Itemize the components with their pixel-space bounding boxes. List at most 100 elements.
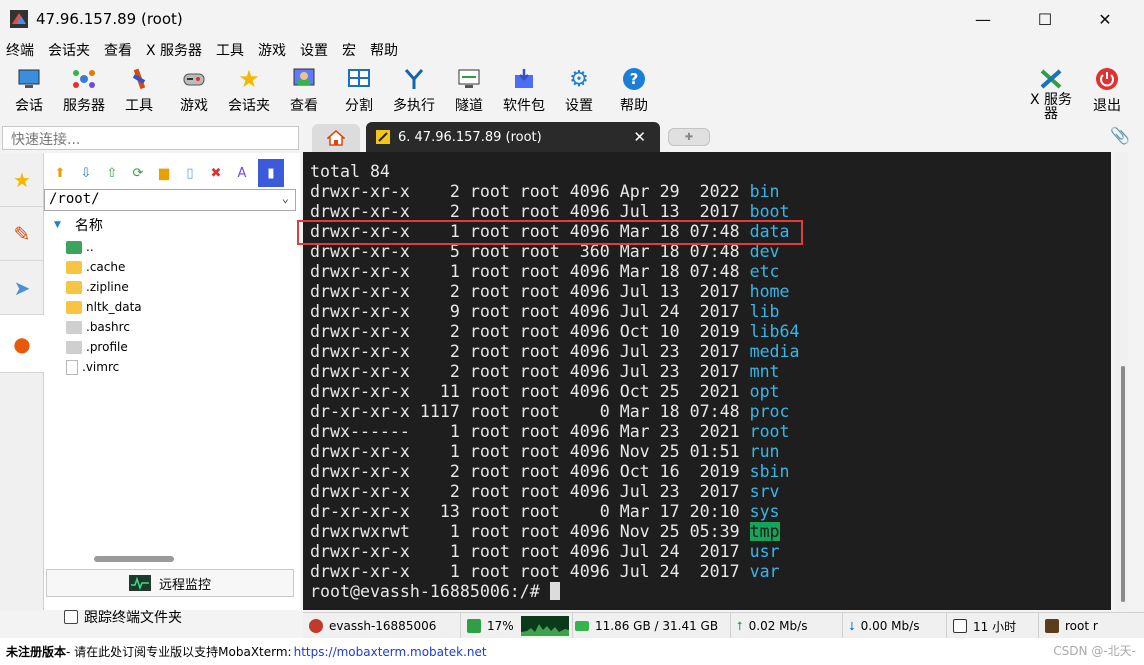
status-upload: ⭡ 0.02 Mb/s [731, 613, 843, 639]
sidebar-tab-macros[interactable]: ➤ [0, 261, 44, 315]
list-item[interactable]: .profile [66, 337, 128, 357]
menu-settings[interactable]: 设置 [300, 40, 328, 60]
tunnel-icon [456, 66, 482, 92]
terminal-line: drwxr-xr-x 2 root root 4096 Jul 23 2017 … [310, 482, 800, 502]
menu-help[interactable]: 帮助 [370, 40, 398, 60]
follow-folder-checkbox[interactable] [64, 610, 78, 624]
terminal-follow-icon[interactable]: ▮ [258, 159, 284, 187]
home-icon [327, 130, 345, 146]
help-button[interactable]: ? 帮助 [606, 66, 662, 115]
terminal-line-meta: drwxr-xr-x 1 root root 4096 Jul 24 2017 [310, 562, 750, 581]
follow-terminal-folder[interactable]: 跟踪终端文件夹 [64, 607, 182, 627]
terminal-line-meta: drwxr-xr-x 1 root root 4096 Nov 25 01:51 [310, 442, 750, 461]
terminal-dir-name: media [749, 342, 800, 361]
multiexec-button[interactable]: 多执行 [386, 66, 442, 115]
clock-icon [953, 619, 967, 633]
terminal-line-meta: drwxr-xr-x 9 root root 4096 Jul 24 2017 [310, 302, 750, 321]
menu-tools[interactable]: 工具 [216, 40, 244, 60]
terminal-line-meta: drwxr-xr-x 2 root root 4096 Apr 29 2022 [310, 182, 750, 201]
home-tab[interactable] [312, 124, 360, 152]
globe-icon: ● [13, 331, 31, 356]
list-item[interactable]: nltk_data [66, 297, 142, 317]
menu-games[interactable]: 游戏 [258, 40, 286, 60]
maximize-button[interactable]: ☐ [1022, 6, 1068, 32]
rename-icon[interactable]: A [232, 163, 252, 183]
exit-button[interactable]: 退出 [1079, 66, 1135, 115]
terminal-line-meta: drwxr-xr-x 2 root root 4096 Oct 10 2019 [310, 322, 750, 341]
terminal-line: drwxr-xr-x 11 root root 4096 Oct 25 2021… [310, 382, 800, 402]
delete-icon[interactable]: ✖ [206, 163, 226, 183]
menu-macros[interactable]: 宏 [342, 40, 356, 60]
terminal-line: drwxr-xr-x 1 root root 4096 Nov 25 01:51… [310, 442, 800, 462]
terminal-cursor [549, 582, 560, 600]
sidebar-tab-tools[interactable]: ✎ [0, 207, 44, 261]
list-item[interactable]: .zipline [66, 277, 129, 297]
sftp-path-input[interactable]: /root/ ⌄ [44, 189, 296, 211]
folder-icon [66, 280, 82, 294]
terminal-dir-name: lib [749, 302, 780, 321]
new-folder-icon[interactable]: ▆ [154, 163, 174, 183]
packages-button[interactable]: 软件包 [496, 66, 552, 115]
sessions-favorites-button[interactable]: ★ 会话夹 [221, 65, 277, 115]
session-tab-active[interactable]: 6. 47.96.157.89 (root) ✕ [366, 122, 660, 152]
tools-button[interactable]: 工具 [111, 66, 167, 115]
memory-icon [575, 621, 589, 631]
servers-button[interactable]: 服务器 [56, 66, 112, 115]
menu-bar: 终端 会话夹 查看 X 服务器 工具 游戏 设置 宏 帮助 [0, 38, 1144, 62]
upload-arrow-icon: ⭡ [737, 618, 743, 633]
menu-sessions[interactable]: 会话夹 [48, 40, 90, 60]
close-button[interactable]: ✕ [1082, 6, 1128, 32]
terminal-line: drwxr-xr-x 9 root root 4096 Jul 24 2017 … [310, 302, 800, 322]
packages-icon [511, 66, 537, 92]
status-user: root r [1039, 613, 1144, 639]
watermark: CSDN @-北天- [1053, 644, 1136, 658]
tunnel-button[interactable]: 隧道 [441, 66, 497, 115]
promo-link[interactable]: https://mobaxterm.mobatek.net [294, 645, 487, 659]
terminal-line: drwxr-xr-x 2 root root 4096 Oct 10 2019 … [310, 322, 800, 342]
menu-view[interactable]: 查看 [104, 40, 132, 60]
list-item[interactable]: .bashrc [66, 317, 130, 337]
terminal-dir-name: sbin [749, 462, 790, 481]
sidebar-tab-sessions[interactable]: ★ [0, 153, 44, 207]
list-item[interactable]: .vimrc [66, 357, 119, 377]
file-icon [66, 320, 82, 334]
xserver-button[interactable]: X 服务器 [1023, 66, 1079, 121]
parent-folder-icon[interactable]: ⬆ [50, 163, 70, 183]
mobaxterm-logo-icon [10, 10, 28, 28]
terminal-dir-name: var [749, 562, 780, 581]
name-column-header[interactable]: ▼ 名称 [54, 215, 103, 235]
session-button[interactable]: 会话 [1, 66, 57, 115]
settings-button[interactable]: ⚙ 设置 [551, 66, 607, 115]
menu-xserver[interactable]: X 服务器 [146, 40, 202, 60]
host-icon [309, 619, 323, 633]
upload-icon[interactable]: ⇧ [102, 163, 122, 183]
download-icon[interactable]: ⇩ [76, 163, 96, 183]
sftp-toolbar: ⬆ ⇩ ⇧ ⟳ ▆ ▯ ✖ A ▮ [44, 157, 300, 187]
parent-dir-icon [66, 240, 82, 254]
refresh-icon[interactable]: ⟳ [128, 163, 148, 183]
games-button[interactable]: 游戏 [166, 66, 222, 115]
terminal-line-meta: drwxr-xr-x 1 root root 4096 Mar 18 07:48 [310, 262, 750, 281]
minimize-button[interactable]: — [960, 6, 1006, 32]
terminal-line: total 84 [310, 162, 390, 181]
remote-monitoring-button[interactable]: 远程监控 [46, 569, 294, 597]
scrollbar-thumb[interactable] [1121, 366, 1125, 602]
file-icon [66, 340, 82, 354]
session-icon [16, 66, 42, 92]
new-tab-button[interactable]: ✚ [668, 128, 710, 146]
terminal-line: drwxr-xr-x 1 root root 4096 Jul 24 2017 … [310, 562, 800, 582]
terminal-dir-name: bin [749, 182, 780, 201]
new-file-icon[interactable]: ▯ [180, 163, 200, 183]
list-item[interactable]: .cache [66, 257, 125, 277]
menu-terminal[interactable]: 终端 [6, 40, 34, 60]
ssh-session-icon [376, 130, 390, 144]
sidebar-tab-sftp[interactable]: ● [0, 315, 44, 373]
view-button[interactable]: 查看 [276, 66, 332, 115]
split-button[interactable]: 分割 [331, 66, 387, 115]
list-item[interactable]: .. [66, 237, 94, 257]
tab-close-icon[interactable]: ✕ [633, 128, 646, 146]
chevron-down-icon[interactable]: ⌄ [282, 191, 289, 205]
paperclip-icon[interactable]: 📎 [1110, 126, 1130, 145]
quick-connect-input[interactable]: 快速连接... [2, 126, 299, 150]
horizontal-scrollbar[interactable] [94, 556, 174, 562]
